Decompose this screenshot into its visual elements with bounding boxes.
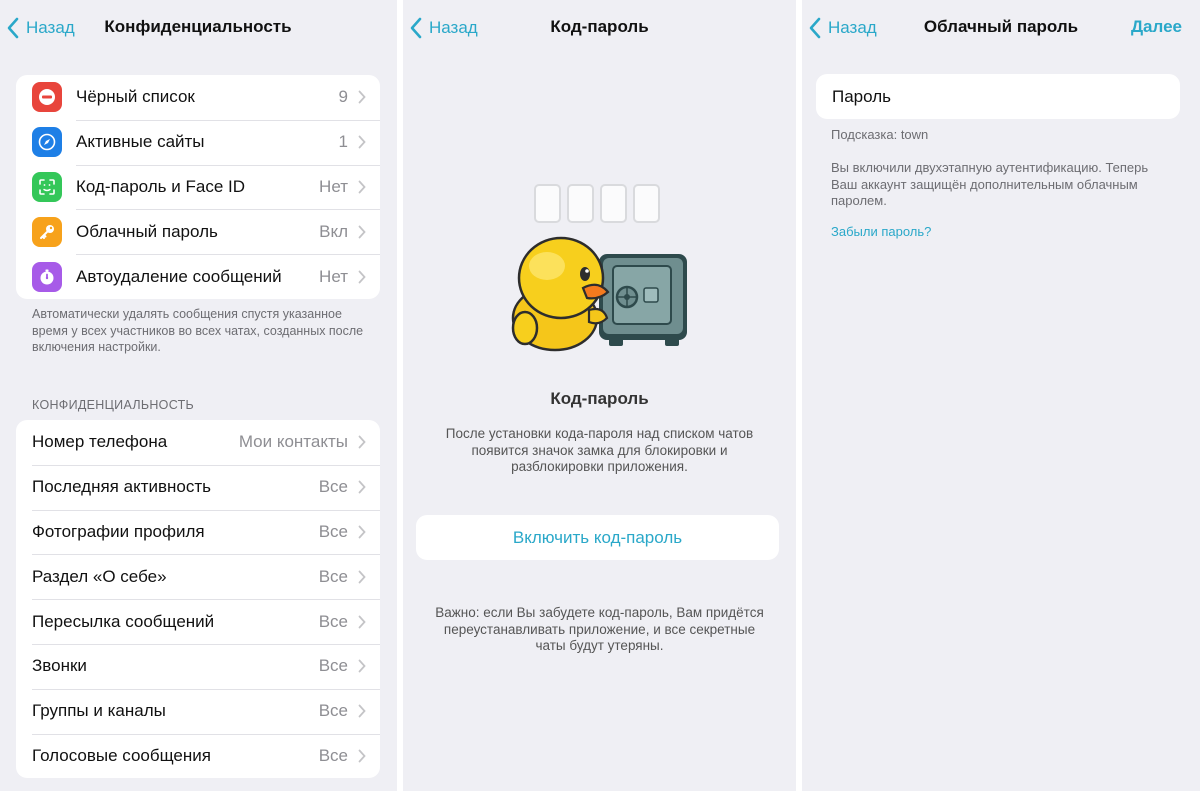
passcode-box — [567, 184, 594, 223]
compass-icon — [32, 127, 62, 158]
autodelete-note: Автоматически удалять сообщения спустя у… — [32, 307, 364, 354]
block-icon — [32, 82, 62, 113]
row-passcode-faceid[interactable]: Код-пароль и Face ID Нет — [16, 164, 380, 210]
passcode-heading: Код-пароль — [550, 389, 649, 408]
navbar: Назад Код-пароль — [403, 0, 796, 56]
screenshot-collage: Назад Конфиденциальность Чёрный список 9… — [0, 0, 1200, 791]
chevron-right-icon — [358, 615, 366, 628]
passcode-box — [600, 184, 627, 223]
chevron-right-icon — [358, 704, 366, 718]
row-profile-photos[interactable]: Фотографии профиля Все — [16, 509, 380, 555]
row-value: 1 — [338, 132, 348, 152]
chevron-right-icon — [358, 180, 366, 194]
passcode-box — [633, 184, 660, 223]
chevron-right-icon — [358, 435, 366, 449]
row-voice-messages[interactable]: Голосовые сообщения Все — [16, 733, 380, 779]
row-value: Все — [318, 566, 348, 586]
row-label: Автоудаление сообщений — [76, 266, 282, 286]
privacy-screen: Назад Конфиденциальность Чёрный список 9… — [0, 0, 397, 791]
chevron-right-icon — [358, 480, 366, 494]
row-value: Нет — [319, 266, 348, 286]
chevron-right-icon — [358, 135, 366, 149]
chevron-right-icon — [358, 659, 366, 673]
row-forwarding[interactable]: Пересылка сообщений Все — [16, 599, 380, 644]
row-groups-channels[interactable]: Группы и каналы Все — [16, 688, 380, 734]
passcode-description: После установки кода-пароля над списком … — [445, 426, 754, 474]
row-label: Голосовые сообщения — [32, 745, 211, 765]
navbar: Назад Облачный пароль Далее — [802, 0, 1200, 56]
enable-passcode-button[interactable]: Включить код-пароль — [416, 515, 779, 560]
section-header: КОНФИДЕНЦИАЛЬНОСТЬ — [32, 398, 195, 412]
row-label: Пересылка сообщений — [32, 611, 215, 631]
chevron-right-icon — [358, 749, 366, 763]
row-last-seen[interactable]: Последняя активность Все — [16, 464, 380, 510]
chevron-right-icon — [358, 270, 366, 283]
row-value: 9 — [338, 87, 348, 107]
passcode-warning: Важно: если Вы забудете код-пароль, Вам … — [435, 605, 764, 653]
password-hint: Подсказка: town — [831, 127, 929, 142]
row-label: Чёрный список — [76, 87, 195, 107]
chevron-right-icon — [358, 570, 366, 584]
row-value: Все — [318, 745, 348, 765]
privacy-list: Номер телефона Мои контакты Последняя ак… — [16, 420, 380, 779]
row-auto-delete[interactable]: Автоудаление сообщений Нет — [16, 254, 380, 299]
faceid-icon — [32, 171, 62, 202]
row-label: Последняя активность — [32, 477, 211, 497]
chevron-right-icon — [358, 225, 366, 239]
row-value: Все — [318, 611, 348, 631]
row-label: Облачный пароль — [76, 221, 218, 241]
settings-list: Чёрный список 9 Активные сайты 1 Код-пар… — [16, 75, 380, 299]
row-label: Код-пароль и Face ID — [76, 176, 245, 196]
row-value: Мои контакты — [238, 432, 348, 452]
row-value: Все — [318, 477, 348, 497]
row-phone-number[interactable]: Номер телефона Мои контакты — [16, 420, 380, 465]
chevron-right-icon — [358, 525, 366, 539]
passcode-boxes — [534, 184, 660, 223]
passcode-screen: Назад Код-пароль Код-пароль После устано… — [403, 0, 796, 791]
navbar: Назад Конфиденциальность — [0, 0, 397, 56]
two-step-description: Вы включили двухэтапную аутентификацию. … — [831, 160, 1149, 208]
row-calls[interactable]: Звонки Все — [16, 643, 380, 689]
passcode-box — [534, 184, 561, 223]
row-cloud-password[interactable]: Облачный пароль Вкл — [16, 209, 380, 254]
row-label: Активные сайты — [76, 132, 205, 152]
row-value: Все — [318, 521, 348, 541]
row-label: Звонки — [32, 656, 87, 676]
key-icon — [32, 216, 62, 247]
password-field[interactable]: Пароль — [816, 74, 1180, 119]
next-button[interactable]: Далее — [1131, 17, 1182, 37]
row-value: Нет — [319, 176, 348, 196]
row-active-sites[interactable]: Активные сайты 1 — [16, 119, 380, 165]
chevron-right-icon — [358, 90, 366, 104]
row-label: Номер телефона — [32, 432, 168, 452]
duck-safe-sticker — [511, 236, 687, 352]
page-title: Код-пароль — [550, 17, 649, 36]
cloud-password-screen: Назад Облачный пароль Далее Пароль Подск… — [802, 0, 1200, 791]
row-bio[interactable]: Раздел «О себе» Все — [16, 554, 380, 599]
row-value: Все — [318, 656, 348, 676]
forgot-password-link[interactable]: Забыли пароль? — [831, 224, 931, 239]
row-label: Группы и каналы — [32, 701, 166, 721]
row-label: Фотографии профиля — [32, 521, 205, 541]
timer-icon — [32, 261, 62, 292]
page-title: Конфиденциальность — [104, 17, 292, 36]
row-value: Все — [318, 701, 348, 721]
row-value: Вкл — [319, 221, 348, 241]
row-blocked-users[interactable]: Чёрный список 9 — [16, 75, 380, 120]
row-label: Раздел «О себе» — [32, 566, 167, 586]
